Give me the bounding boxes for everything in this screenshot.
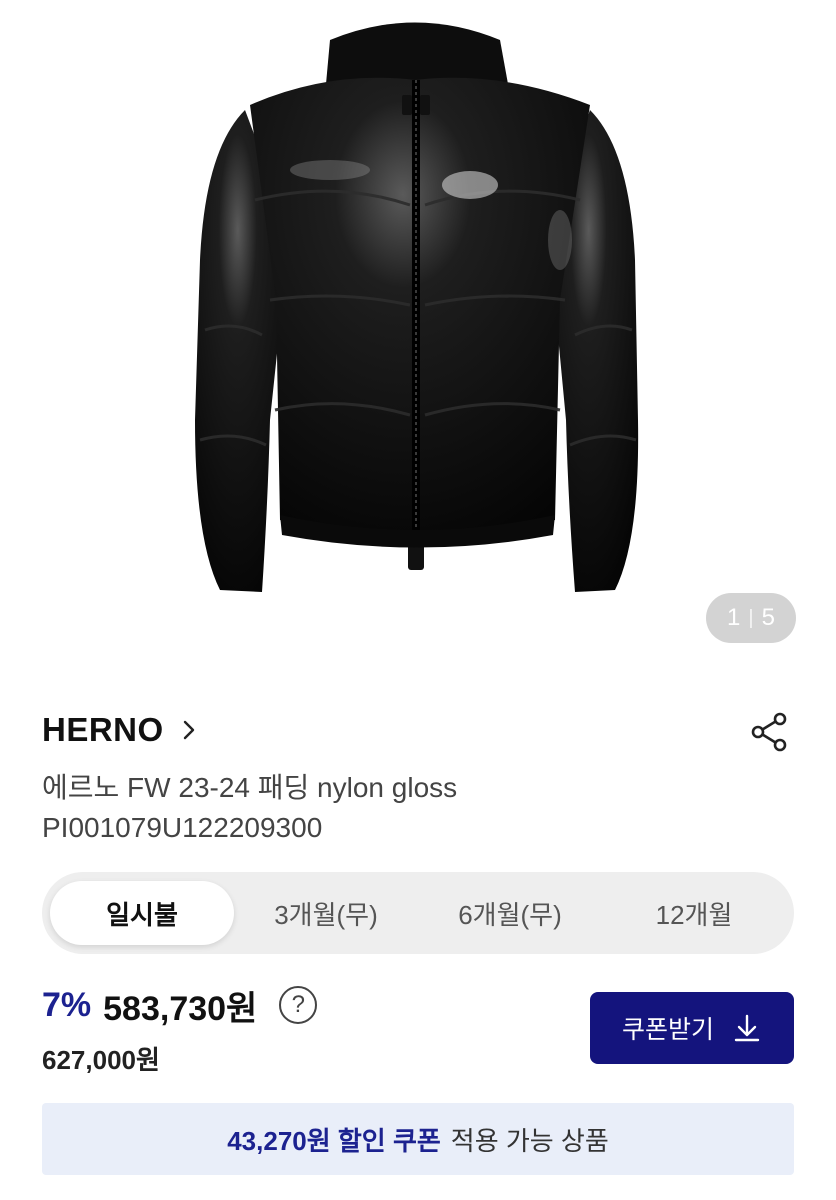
help-icon[interactable]: ?	[279, 986, 318, 1024]
brand-name: HERNO	[42, 711, 164, 748]
original-price: 627,000원	[42, 1045, 160, 1075]
coupon-banner-text: 적용 가능 상품	[450, 1125, 609, 1156]
share-icon[interactable]	[748, 710, 792, 754]
discount-rate: 7%	[42, 985, 92, 1024]
price-row: 7% 583,730원 ?	[42, 980, 318, 1030]
product-image-area[interactable]: 1 | 5	[0, 0, 836, 670]
image-counter: 1 | 5	[706, 593, 796, 643]
tab-lump-sum[interactable]: 일시불	[50, 881, 234, 945]
image-counter-current: 1	[727, 604, 741, 631]
chevron-right-icon	[183, 720, 194, 740]
product-title: 에르노 FW 23-24 패딩 nylon gloss	[42, 772, 458, 803]
installment-tabs: 일시불 3개월(무) 6개월(무) 12개월	[42, 872, 794, 954]
coupon-button-label: 쿠폰받기	[621, 1016, 714, 1044]
download-icon	[734, 1014, 760, 1042]
brand-link[interactable]: HERNO	[42, 705, 200, 755]
product-image	[195, 22, 639, 592]
image-counter-separator: |	[748, 606, 754, 629]
coupon-banner-highlight: 43,270원 할인 쿠폰	[227, 1125, 441, 1156]
coupon-download-button[interactable]: 쿠폰받기	[590, 992, 794, 1064]
image-counter-total: 5	[761, 604, 775, 631]
tab-12-months[interactable]: 12개월	[602, 881, 786, 945]
tab-3-months[interactable]: 3개월(무)	[234, 881, 418, 945]
sale-price: 583,730원	[103, 989, 258, 1028]
tab-6-months[interactable]: 6개월(무)	[418, 881, 602, 945]
coupon-banner[interactable]: 43,270원 할인 쿠폰 적용 가능 상품	[42, 1103, 794, 1175]
product-code: PI001079U122209300	[42, 812, 323, 843]
